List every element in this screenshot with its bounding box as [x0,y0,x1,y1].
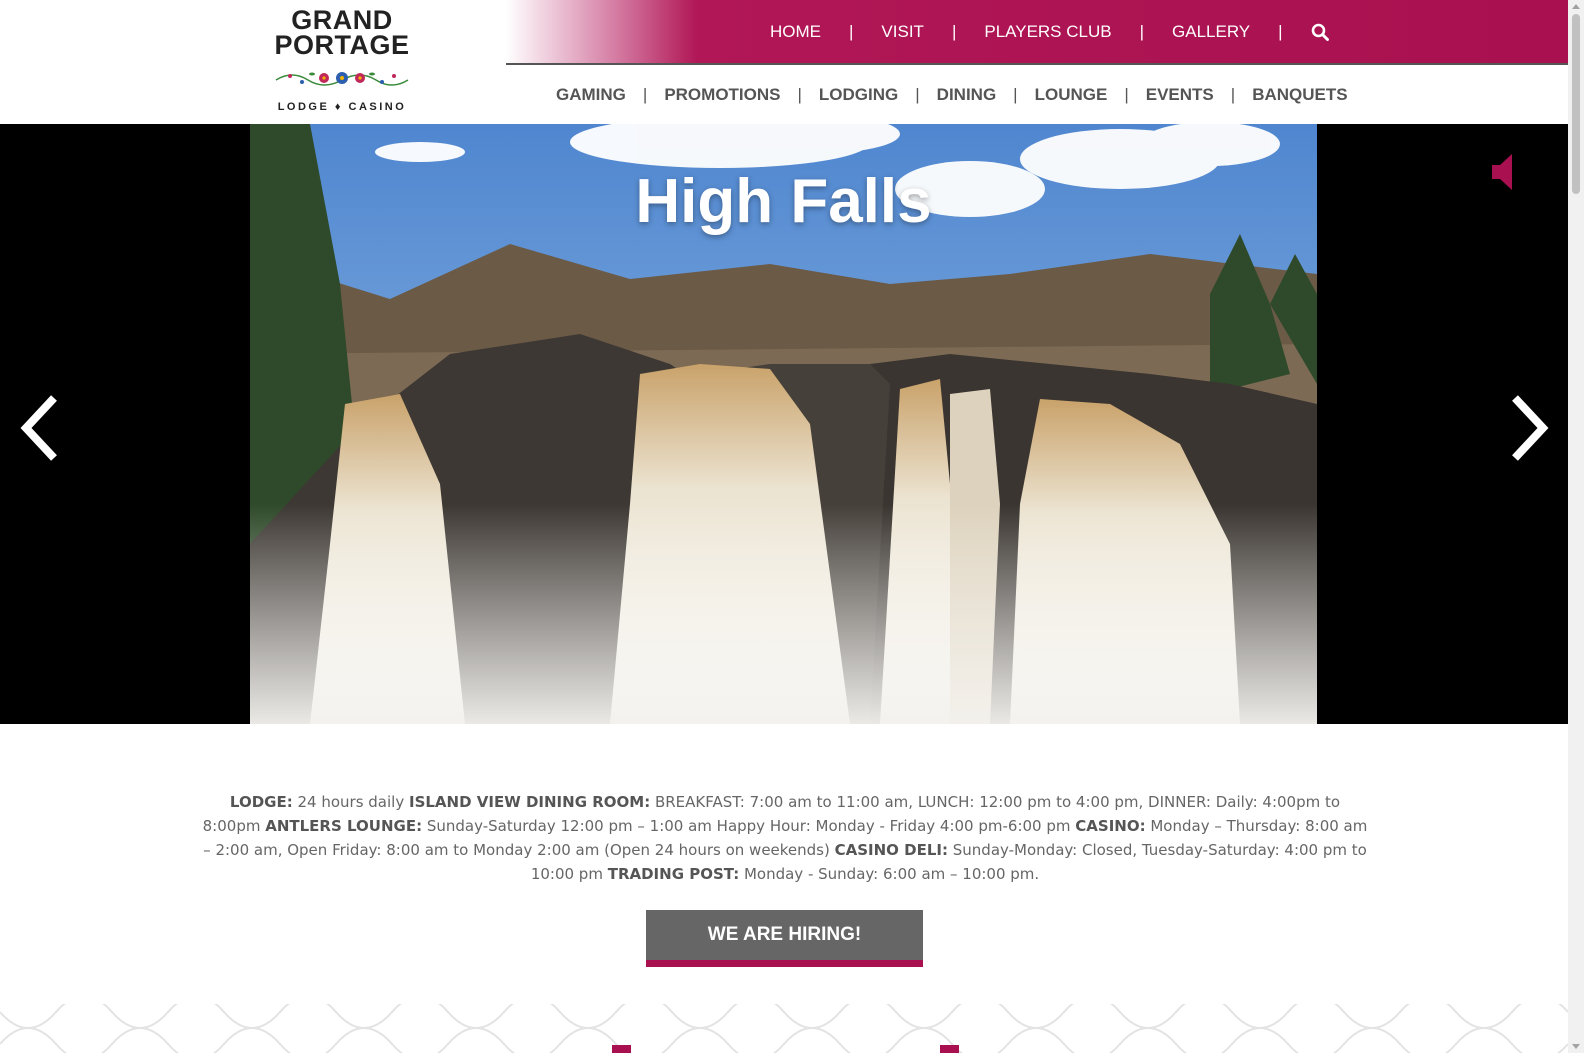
logo-line-2: PORTAGE [274,30,410,60]
hero-slider: High Falls [0,124,1568,724]
top-nav: HOME | VISIT | PLAYERS CLUB | GALLERY | [770,0,1329,64]
main-nav: GAMING | PROMOTIONS | LODGING | DINING |… [556,78,1348,112]
we-are-hiring-button[interactable]: WE ARE HIRING! [646,910,923,967]
search-icon[interactable] [1311,23,1329,41]
main-nav-banquets[interactable]: BANQUETS [1252,85,1347,105]
scroll-down-arrow-icon[interactable] [1572,1044,1580,1049]
main-nav-lounge[interactable]: LOUNGE [1035,85,1108,105]
main-nav-separator: | [1230,85,1236,104]
hero-title: High Falls [635,167,932,236]
hero-waterfall-image: High Falls [250,124,1317,724]
main-nav-events[interactable]: EVENTS [1146,85,1214,105]
main-nav-separator: | [1013,85,1018,104]
section-tab-marker [940,1045,959,1053]
site-header: GRAND PORTAGE LODGE ♦ CASINO HOME | VISI… [0,0,1568,124]
logo-subtitle: LODGE ♦ CASINO [277,101,407,113]
hours-lodge-text: 24 hours daily [292,793,409,811]
decorative-pattern-strip [0,1004,1568,1053]
top-nav-home[interactable]: HOME [770,22,821,42]
section-tab-marker [612,1045,631,1053]
hours-lodge-label: LODGE: [229,793,293,811]
hours-dining-label: ISLAND VIEW DINING ROOM: [408,793,651,811]
page-scrollbar[interactable] [1568,0,1584,1053]
main-nav-separator: | [642,85,648,104]
scrollbar-thumb[interactable] [1572,14,1580,194]
top-nav-separator: | [849,22,854,41]
main-nav-separator: | [915,85,920,104]
slider-next-button[interactable] [1503,392,1553,464]
top-nav-gallery[interactable]: GALLERY [1172,22,1250,42]
site-logo[interactable]: GRAND PORTAGE LODGE ♦ CASINO [262,7,422,116]
main-nav-lodging[interactable]: LODGING [819,85,898,105]
hours-trading-post-text: Monday - Sunday: 6:00 am – 10:00 pm. [739,865,1040,883]
hours-info: LODGE: 24 hours daily ISLAND VIEW DINING… [200,790,1370,886]
hours-casino-label: CASINO: [1075,817,1146,835]
slider-prev-button[interactable] [16,392,66,464]
mute-button[interactable] [1490,152,1524,192]
top-nav-separator: | [1139,22,1145,41]
hours-trading-post-label: TRADING POST: [607,865,740,883]
top-nav-visit[interactable]: VISIT [881,22,924,42]
top-nav-players-club[interactable]: PLAYERS CLUB [984,22,1111,42]
speaker-mute-icon [1492,154,1512,190]
main-nav-gaming[interactable]: GAMING [556,85,626,105]
scroll-up-arrow-icon[interactable] [1572,4,1580,9]
floral-beadwork-icon [275,72,409,86]
hours-deli-label: CASINO DELI: [834,841,948,859]
main-nav-promotions[interactable]: PROMOTIONS [664,85,780,105]
main-nav-dining[interactable]: DINING [937,85,997,105]
main-nav-separator: | [1124,85,1129,104]
main-nav-separator: | [797,85,802,104]
top-nav-separator: | [1278,22,1283,41]
top-nav-separator: | [951,22,957,41]
hours-lounge-text: Sunday-Saturday 12:00 pm – 1:00 am Happy… [422,817,1076,835]
chevron-left-icon [20,395,57,461]
hours-lounge-label: ANTLERS LOUNGE: [265,817,423,835]
chevron-right-icon [1512,395,1549,461]
